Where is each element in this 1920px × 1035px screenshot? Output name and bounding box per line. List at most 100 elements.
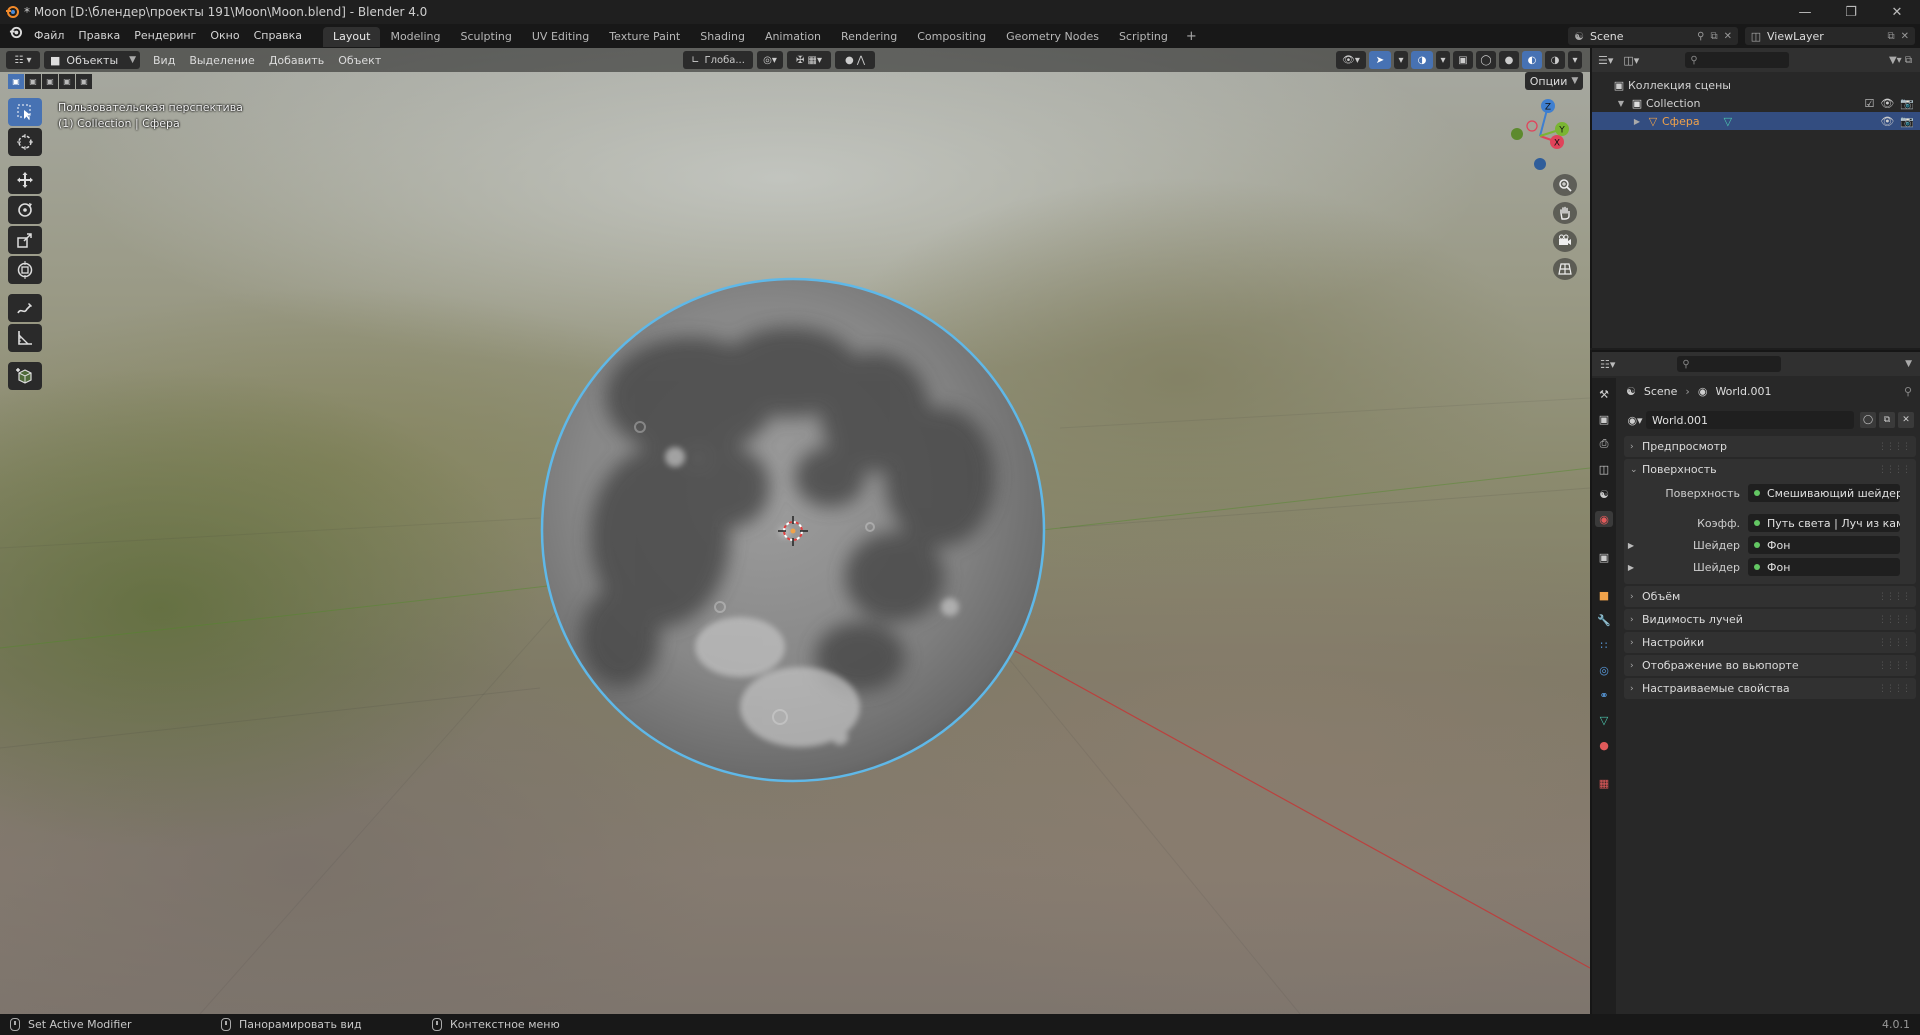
duplicate-icon[interactable]: ⧉ — [1879, 412, 1895, 428]
outliner-row-collection[interactable]: ▼ ▣ Collection ☑ 👁 📷 — [1592, 94, 1920, 112]
view-layer-icon[interactable]: ◫ — [1595, 461, 1613, 477]
outliner-search-input[interactable]: ⚲ — [1685, 52, 1790, 68]
tab-shading[interactable]: Shading — [690, 27, 755, 47]
drag-handle-icon[interactable]: ⋮⋮⋮⋮ — [1878, 684, 1911, 694]
camera-render-icon[interactable]: 📷 — [1900, 115, 1914, 128]
chevron-down-icon[interactable]: ▼ — [1614, 99, 1628, 108]
menu-render[interactable]: Рендеринг — [127, 26, 203, 46]
menu-help[interactable]: Справка — [247, 26, 309, 46]
scale-icon[interactable] — [8, 226, 42, 254]
material-icon[interactable]: ● — [1595, 737, 1613, 753]
checkbox-icon[interactable]: ☑ — [1864, 97, 1874, 110]
physics-icon[interactable]: ◎ — [1595, 662, 1613, 678]
drag-handle-icon[interactable]: ⋮⋮⋮⋮ — [1878, 615, 1911, 625]
annotate-icon[interactable] — [8, 294, 42, 322]
navigation-gizmo[interactable]: Z X Y — [1500, 96, 1580, 176]
panel-settings[interactable]: › Настройки ⋮⋮⋮⋮ — [1624, 632, 1916, 653]
tab-animation[interactable]: Animation — [755, 27, 831, 47]
outliner-row-sphere[interactable]: ▶ ▽ Сфера ▽ 👁 📷 — [1592, 112, 1920, 130]
drag-handle-icon[interactable]: ⋮⋮⋮⋮ — [1878, 661, 1911, 671]
editor-type-icon[interactable]: ☰▾ — [1598, 54, 1613, 67]
pivot-point-icon[interactable]: ◎▾ — [757, 51, 783, 69]
shader-1-field[interactable]: Фон — [1748, 536, 1900, 554]
data-icon[interactable]: ▽ — [1595, 712, 1613, 728]
world-icon[interactable]: ◉ — [1595, 511, 1613, 527]
viewport-menu-object[interactable]: Объект — [331, 54, 388, 67]
drag-handle-icon[interactable]: ⋮⋮⋮⋮ — [1878, 638, 1911, 648]
select-intersect-icon[interactable]: ▣ — [76, 74, 92, 89]
tab-compositing[interactable]: Compositing — [907, 27, 996, 47]
add-workspace-button[interactable]: + — [1178, 27, 1205, 47]
menu-file[interactable]: Файл — [27, 26, 71, 46]
render-icon[interactable]: ▣ — [1595, 411, 1613, 427]
viewport-menu-add[interactable]: Добавить — [262, 54, 331, 67]
tab-layout[interactable]: Layout — [323, 27, 381, 47]
tab-texture-paint[interactable]: Texture Paint — [599, 27, 690, 47]
panel-volume[interactable]: › Объём ⋮⋮⋮⋮ — [1624, 586, 1916, 607]
tool-icon[interactable]: ⚒ — [1595, 386, 1613, 402]
panel-surface-header[interactable]: ⌄ Поверхность ⋮⋮⋮⋮ — [1624, 459, 1916, 480]
shader-2-field[interactable]: Фон — [1748, 558, 1900, 576]
restore-icon[interactable]: ❐ — [1828, 0, 1874, 24]
constraints-icon[interactable]: ⚭ — [1595, 687, 1613, 703]
editor-type-icon[interactable]: ☷▾ — [1600, 358, 1615, 371]
factor-field[interactable]: Путь света | Луч из каме... — [1748, 514, 1900, 532]
visibility-icon[interactable]: 👁▾ — [1336, 51, 1366, 69]
scene-selector[interactable]: ☯ Scene ⚲ ⧉ ✕ — [1568, 27, 1738, 45]
move-icon[interactable] — [8, 166, 42, 194]
properties-search-input[interactable]: ⚲ — [1677, 356, 1782, 372]
output-icon[interactable]: ⎙ — [1595, 436, 1613, 452]
camera-render-icon[interactable]: 📷 — [1900, 97, 1914, 110]
select-new-icon[interactable]: ▣ — [8, 74, 24, 89]
select-subtract-icon[interactable]: ▣ — [42, 74, 58, 89]
options-button[interactable]: Опции ▼ — [1525, 72, 1583, 90]
select-extend-icon[interactable]: ▣ — [25, 74, 41, 89]
gizmo-neg-z-axis[interactable] — [1534, 158, 1546, 170]
drag-handle-icon[interactable]: ⋮⋮⋮⋮ — [1878, 465, 1911, 475]
collection-icon[interactable]: ▣ — [1595, 549, 1613, 565]
camera-icon[interactable] — [1553, 230, 1577, 252]
display-mode-icon[interactable]: ◫▾ — [1623, 54, 1639, 67]
texture-icon[interactable]: ▦ — [1595, 775, 1613, 791]
3d-viewport[interactable]: ☷ ▾ ■ Объекты ▼ Вид Выделение Добавить О… — [0, 48, 1590, 1014]
panel-preview[interactable]: › Предпросмотр ⋮⋮⋮⋮ — [1624, 436, 1916, 457]
delete-scene-icon[interactable]: ✕ — [1724, 31, 1732, 42]
gizmo-menu-icon[interactable]: ▾ — [1394, 51, 1408, 69]
gizmo-toggle-icon[interactable]: ➤ — [1369, 51, 1391, 69]
editor-type-icon[interactable]: ☷ ▾ — [6, 51, 40, 69]
cursor-icon[interactable] — [8, 128, 42, 156]
viewport-menu-select[interactable]: Выделение — [182, 54, 262, 67]
wireframe-shading-icon[interactable]: ◯ — [1476, 51, 1496, 69]
chevron-right-icon[interactable]: ▶ — [1624, 563, 1638, 572]
minimize-icon[interactable]: — — [1782, 0, 1828, 24]
rotate-icon[interactable] — [8, 196, 42, 224]
outliner-row-scene-collection[interactable]: ▣ Коллекция сцены — [1592, 76, 1920, 94]
viewport-menu-view[interactable]: Вид — [146, 54, 182, 67]
tab-rendering[interactable]: Rendering — [831, 27, 907, 47]
pan-hand-icon[interactable] — [1553, 202, 1577, 224]
tab-geometry-nodes[interactable]: Geometry Nodes — [996, 27, 1109, 47]
gizmo-neg-y-axis[interactable] — [1511, 128, 1523, 140]
xray-icon[interactable]: ▣ — [1453, 51, 1473, 69]
perspective-grid-icon[interactable] — [1553, 258, 1577, 280]
shading-menu-icon[interactable]: ▾ — [1568, 51, 1582, 69]
pin-icon[interactable]: ⚲ — [1697, 31, 1704, 42]
filter-icon[interactable]: ▼▾ ⧉ — [1889, 55, 1912, 66]
select-invert-icon[interactable]: ▣ — [59, 74, 75, 89]
panel-viewport-display[interactable]: › Отображение во вьюпорте ⋮⋮⋮⋮ — [1624, 655, 1916, 676]
scene-icon[interactable]: ☯ — [1595, 486, 1613, 502]
chevron-down-icon[interactable]: ▼ — [1905, 359, 1912, 369]
particles-icon[interactable]: ∷ — [1595, 637, 1613, 653]
surface-shader-field[interactable]: Смешивающий шейдер — [1748, 484, 1900, 502]
eye-icon[interactable]: 👁 — [1880, 115, 1894, 128]
tab-sculpting[interactable]: Sculpting — [451, 27, 522, 47]
drag-handle-icon[interactable]: ⋮⋮⋮⋮ — [1878, 592, 1911, 602]
unlink-icon[interactable]: ✕ — [1898, 412, 1914, 428]
close-icon[interactable]: ✕ — [1874, 0, 1920, 24]
view-layer-selector[interactable]: ◫ ViewLayer ⧉ ✕ — [1745, 27, 1915, 45]
chevron-right-icon[interactable]: ▶ — [1624, 541, 1638, 550]
overlays-toggle-icon[interactable]: ◑ — [1411, 51, 1433, 69]
tab-scripting[interactable]: Scripting — [1109, 27, 1178, 47]
tab-modeling[interactable]: Modeling — [380, 27, 450, 47]
proportional-editing-icon[interactable]: ● ⋀ — [835, 51, 875, 69]
